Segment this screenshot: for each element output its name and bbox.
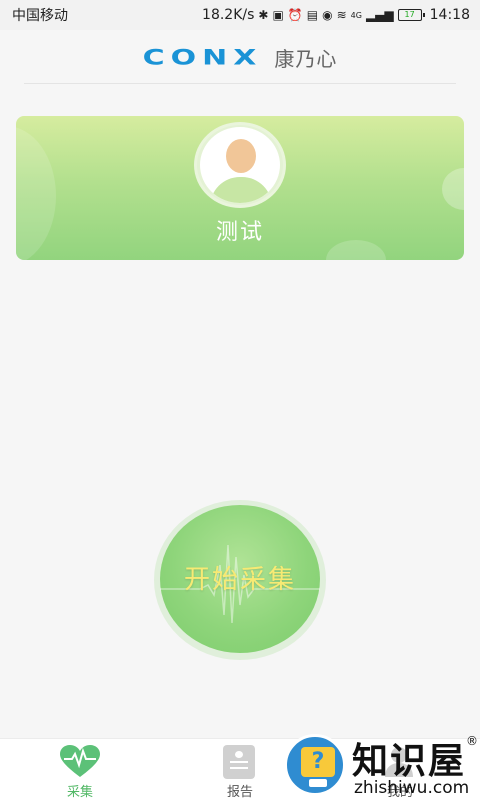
avatar-head (226, 139, 256, 173)
heart-pulse-icon (60, 745, 100, 777)
watermark-logo-icon: ? (284, 734, 346, 796)
alarm-icon: ⏰ (287, 8, 303, 22)
carrier-label: 中国移动 (12, 8, 68, 24)
watermark: ? 知识屋 ® zhishiwu.com (282, 730, 480, 800)
decor-circle (442, 168, 464, 210)
watermark-registered: ® (466, 734, 478, 748)
avatar-person-icon (200, 127, 280, 203)
watermark-title: 知识屋 (352, 740, 467, 782)
profile-card[interactable]: 测试 (16, 116, 464, 260)
question-icon: ? (301, 747, 335, 777)
report-icon (223, 745, 255, 779)
brand-logo: CONX (142, 44, 263, 70)
nav-label-collect: 采集 (66, 785, 93, 800)
start-collect-button[interactable]: 开始采集 (160, 505, 320, 653)
wifi-icon: ≋ (336, 8, 347, 22)
watermark-url: zhishiwu.com (354, 778, 470, 798)
bluetooth-icon: ✱ (258, 8, 269, 22)
avatar-body (210, 177, 272, 203)
net-speed: 18.2K/s (202, 7, 255, 23)
status-icons: 18.2K/s ✱ ▣ ⏰ ▤ ◉ ≋ 4G ▂▄▆ 17 14:18 (202, 7, 470, 23)
avatar[interactable] (194, 122, 286, 208)
network-badge: 4G (350, 10, 362, 20)
signal-icon: ▂▄▆ (365, 8, 394, 22)
user-name: 测试 (215, 220, 264, 245)
eye-icon: ◉ (322, 8, 333, 22)
app-header: CONX 康乃心 (0, 30, 480, 84)
brand-name: 康乃心 (274, 46, 338, 71)
header-divider (24, 83, 456, 84)
battery-icon: 17 (397, 9, 425, 21)
status-bar: 中国移动 18.2K/s ✱ ▣ ⏰ ▤ ◉ ≋ 4G ▂▄▆ 17 14:18 (0, 0, 480, 30)
start-collect-label: 开始采集 (183, 565, 296, 595)
hd-icon: ▤ (306, 8, 319, 22)
monitor-stand (309, 779, 327, 787)
clock: 14:18 (429, 7, 470, 23)
nfc-icon: ▣ (272, 8, 284, 22)
nav-item-collect[interactable]: 采集 (20, 739, 140, 800)
